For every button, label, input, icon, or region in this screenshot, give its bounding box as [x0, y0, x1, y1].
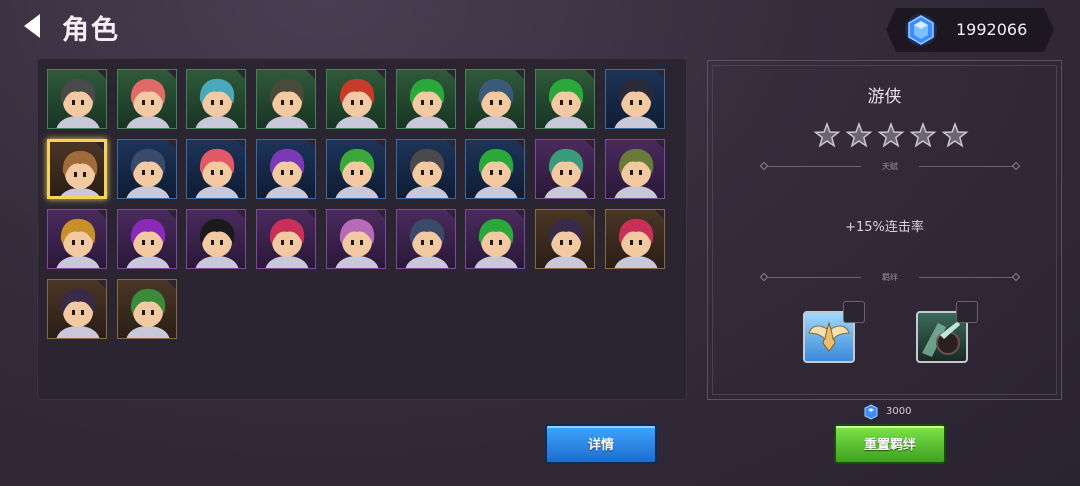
character-tile[interactable] [465, 139, 526, 199]
character-tile[interactable] [47, 279, 107, 339]
character-tile[interactable] [325, 69, 386, 129]
star-icon [877, 122, 905, 148]
character-tile[interactable] [256, 139, 317, 199]
character-tile[interactable] [534, 209, 595, 269]
character-tile[interactable] [116, 69, 177, 129]
bond-slot-1[interactable] [803, 301, 865, 363]
currency-value: 1992066 [956, 20, 1028, 39]
character-tile[interactable] [116, 279, 177, 339]
character-tile[interactable] [325, 209, 386, 269]
character-tile[interactable] [395, 69, 456, 129]
bond-slot-empty-marker [956, 301, 978, 323]
character-roster-grid [37, 58, 687, 400]
character-tile[interactable] [116, 209, 177, 269]
diamond-gem-icon [905, 14, 937, 46]
star-icon [909, 122, 937, 148]
character-tile[interactable] [256, 69, 317, 129]
back-arrow-icon[interactable] [20, 12, 46, 40]
character-info-panel: 游侠 天赋 +15%连击率 羁绊 [707, 60, 1062, 400]
star-rating [813, 122, 969, 148]
character-tile[interactable] [186, 69, 247, 129]
character-tile[interactable] [47, 139, 107, 199]
character-tile[interactable] [604, 209, 665, 269]
reset-bond-button[interactable]: 重置羁绊 [834, 424, 946, 464]
character-name: 游侠 [867, 87, 902, 107]
character-tile[interactable] [116, 139, 177, 199]
reset-cost-value: 3000 [886, 406, 912, 417]
character-tile[interactable] [186, 209, 247, 269]
character-tile[interactable] [604, 139, 665, 199]
details-button[interactable]: 详情 [545, 424, 657, 464]
character-tile[interactable] [47, 209, 107, 269]
page-title: 角色 [62, 15, 120, 46]
character-tile[interactable] [395, 139, 456, 199]
character-tile[interactable] [465, 69, 526, 129]
character-tile[interactable] [534, 139, 595, 199]
talent-divider: 天赋 [759, 161, 1021, 173]
star-icon [845, 122, 873, 148]
character-tile[interactable] [47, 69, 107, 129]
top-bar: 角色 1992066 [0, 0, 1080, 56]
character-tile[interactable] [465, 209, 526, 269]
character-tile[interactable] [604, 69, 665, 129]
character-tile[interactable] [325, 139, 386, 199]
character-tile[interactable] [186, 139, 247, 199]
bond-slot-2[interactable] [916, 301, 978, 363]
star-icon [941, 122, 969, 148]
character-tile[interactable] [395, 209, 456, 269]
talent-description: +15%连击率 [845, 220, 924, 235]
character-tile[interactable] [256, 209, 317, 269]
bond-divider: 羁绊 [759, 272, 1021, 284]
character-tile[interactable] [534, 69, 595, 129]
star-icon [813, 122, 841, 148]
bond-slot-empty-marker [843, 301, 865, 323]
currency-display: 1992066 [886, 8, 1054, 52]
diamond-gem-icon [864, 404, 878, 420]
